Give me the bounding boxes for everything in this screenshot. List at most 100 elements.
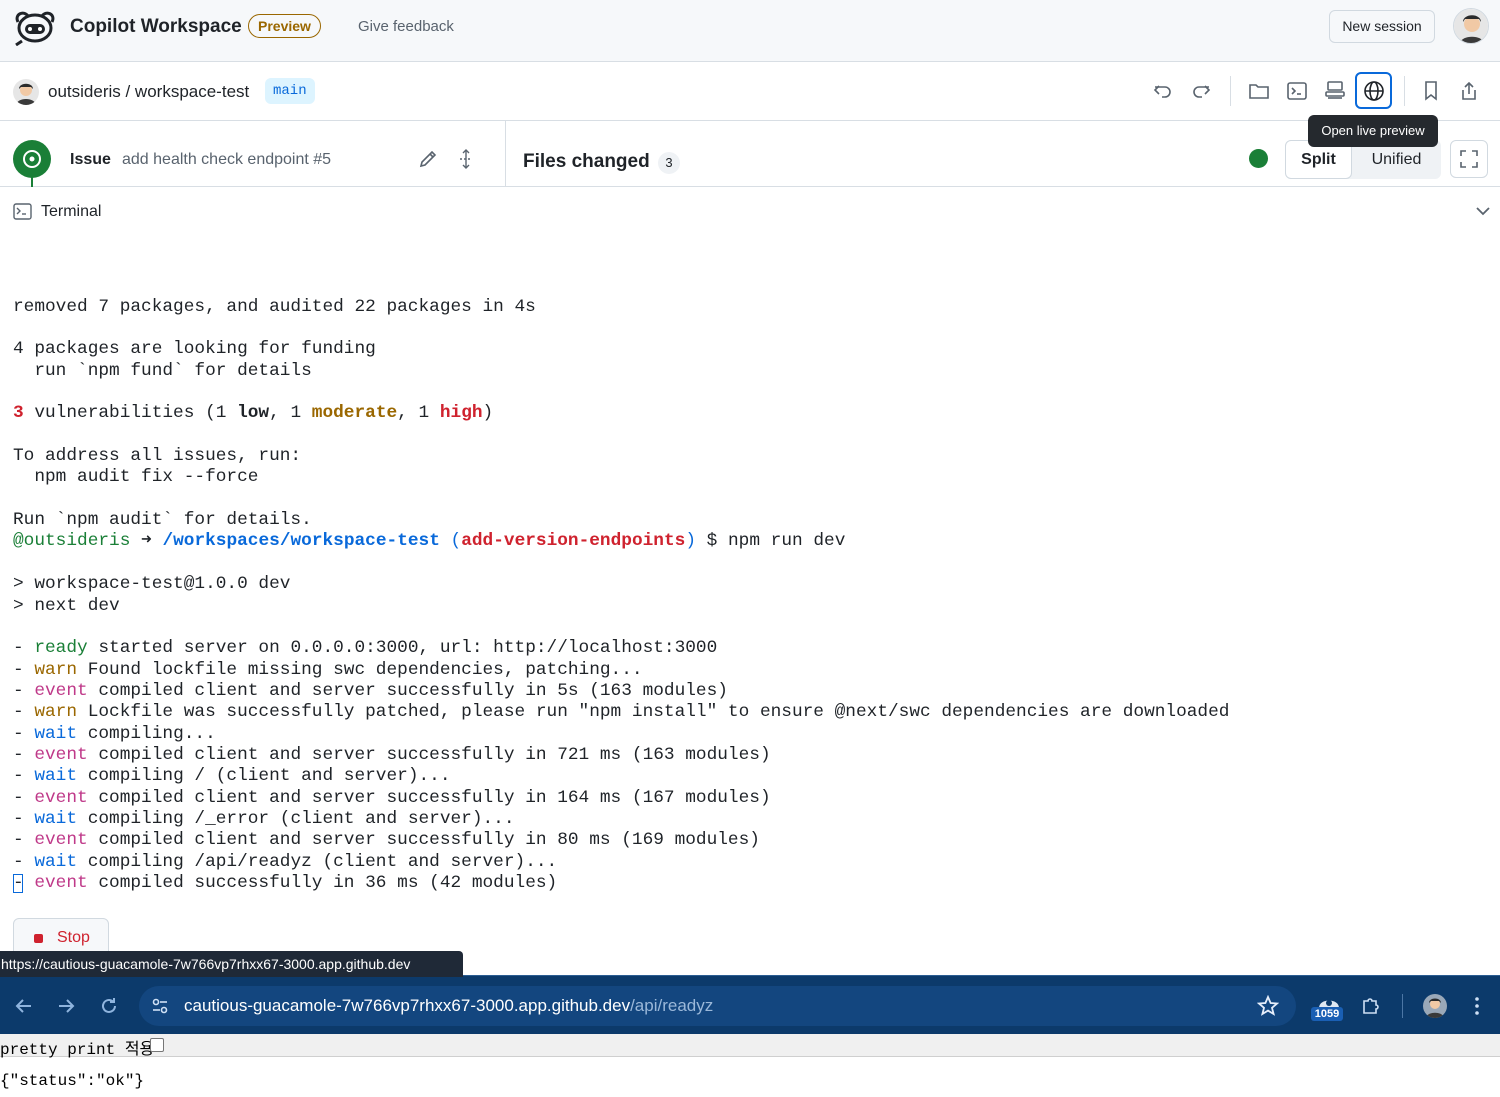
terminal-text: add-version-endpoints	[461, 531, 686, 552]
new-session-button[interactable]: New session	[1329, 10, 1435, 43]
terminal-text: ➜	[130, 531, 163, 552]
terminal-text: wait	[34, 808, 78, 829]
terminal-text: warn	[34, 659, 78, 680]
url-path: /api/readyz	[630, 996, 714, 1015]
terminal-line: - wait compiling...	[13, 724, 1483, 745]
terminal-text: -	[13, 680, 35, 701]
terminal-text: event	[34, 787, 88, 808]
browser-toolbar: cautious-guacamole-7w766vp7rhxx67-3000.a…	[0, 975, 1500, 1034]
terminal-text: vulnerabilities (1	[23, 403, 238, 424]
terminal-text: 3	[13, 403, 24, 424]
terminal-text: @outsideris	[13, 531, 131, 552]
terminal-text: event	[34, 680, 88, 701]
terminal-text: -	[13, 744, 35, 765]
move-arrows-icon[interactable]	[455, 148, 477, 170]
copilot-logo-icon[interactable]	[12, 8, 58, 46]
extensions-puzzle-icon[interactable]	[1360, 994, 1382, 1016]
repo-bar: outsideris / workspace-test main	[0, 62, 1500, 121]
terminal-text: event	[34, 830, 88, 851]
give-feedback-link[interactable]: Give feedback	[358, 18, 454, 35]
chevron-down-icon[interactable]	[1473, 201, 1493, 221]
terminal-text: )	[482, 403, 494, 424]
terminal-text: -	[13, 830, 35, 851]
status-url-tooltip: https://cautious-guacamole-7w766vp7rhxx6…	[0, 951, 463, 977]
terminal-text: npm audit fix --force	[13, 467, 259, 488]
terminal-line: npm audit fix --force	[13, 467, 1483, 488]
files-changed-label: Files changed	[523, 151, 650, 172]
terminal-line: - event compiled successfully in 36 ms (…	[13, 873, 1483, 894]
bookmark-icon[interactable]	[1418, 78, 1444, 104]
site-info-icon[interactable]	[151, 997, 169, 1015]
back-arrow-icon[interactable]	[14, 996, 34, 1016]
terminal-text: 4 packages are looking for funding	[13, 339, 376, 360]
branch-badge[interactable]: main	[265, 78, 315, 104]
stop-icon	[34, 934, 43, 943]
edit-pencil-icon[interactable]	[417, 148, 439, 170]
terminal-text: wait	[34, 766, 78, 787]
extension-badge: 1059	[1311, 1007, 1343, 1021]
browser-profile-avatar[interactable]	[1423, 994, 1447, 1018]
terminal-text: low	[237, 403, 270, 424]
terminal-text: -	[13, 766, 35, 787]
terminal-text: moderate	[311, 403, 398, 424]
terminal-text: > workspace-test@1.0.0 dev	[13, 574, 291, 595]
terminal-text: started server on 0.0.0.0:3000, url: htt…	[87, 638, 718, 659]
terminal-text: , 1	[269, 403, 312, 424]
terminal-text: > next dev	[13, 595, 120, 616]
terminal-text: wait	[34, 723, 78, 744]
terminal-header[interactable]: Terminal	[0, 187, 1500, 235]
user-avatar[interactable]	[1453, 8, 1489, 44]
terminal-text: , 1	[397, 403, 440, 424]
issue-open-icon	[13, 140, 51, 178]
preview-badge: Preview	[248, 14, 321, 38]
terminal-text: compiled client and server successfully …	[87, 830, 760, 851]
terminal-output[interactable]: removed 7 packages, and audited 22 packa…	[13, 254, 1483, 894]
server-icon[interactable]	[1322, 78, 1348, 104]
url-host: cautious-guacamole-7w766vp7rhxx67-3000.a…	[184, 996, 631, 1015]
terminal-line: run `npm fund` for details	[13, 361, 1483, 382]
repo-owner-avatar[interactable]	[13, 79, 39, 105]
terminal-text: compiling /api/readyz (client and server…	[77, 851, 558, 872]
fullscreen-icon[interactable]	[1450, 140, 1488, 178]
terminal-line: 4 packages are looking for funding	[13, 339, 1483, 360]
undo-icon[interactable]	[1150, 78, 1176, 104]
terminal-text: /workspaces/workspace-test	[162, 531, 440, 552]
terminal-text: run `npm fund` for details	[13, 360, 312, 381]
app-title[interactable]: Copilot Workspace	[70, 16, 242, 38]
forward-arrow-icon[interactable]	[56, 996, 76, 1016]
bookmark-star-icon[interactable]	[1257, 995, 1279, 1017]
terminal-line: Run `npm audit` for details.	[13, 510, 1483, 531]
files-changed-count: 3	[658, 152, 680, 174]
address-bar[interactable]: cautious-guacamole-7w766vp7rhxx67-3000.a…	[139, 986, 1296, 1026]
pretty-print-checkbox[interactable]	[150, 1038, 164, 1052]
terminal-line: - wait compiling /api/readyz (client and…	[13, 852, 1483, 873]
terminal-line: 3 vulnerabilities (1 low, 1 moderate, 1 …	[13, 403, 1483, 424]
reload-icon[interactable]	[99, 996, 119, 1016]
address-url[interactable]: cautious-guacamole-7w766vp7rhxx67-3000.a…	[184, 996, 713, 1016]
terminal-text: compiling...	[77, 723, 216, 744]
panel-divider[interactable]	[505, 121, 506, 187]
terminal-line: > workspace-test@1.0.0 dev	[13, 574, 1483, 595]
issue-title[interactable]: add health check endpoint #5	[122, 151, 331, 169]
terminal-text: -	[13, 638, 35, 659]
terminal-line: > next dev	[13, 596, 1483, 617]
terminal-icon[interactable]	[1284, 78, 1310, 104]
open-live-preview-button[interactable]	[1355, 72, 1392, 109]
globe-icon	[1363, 80, 1384, 101]
repo-path[interactable]: outsideris / workspace-test	[48, 82, 249, 102]
folder-icon[interactable]	[1246, 78, 1272, 104]
terminal-text: event	[34, 744, 88, 765]
terminal-line: - event compiled client and server succe…	[13, 681, 1483, 702]
terminal-text: removed 7 packages, and audited 22 packa…	[13, 296, 536, 317]
redo-icon[interactable]	[1188, 78, 1214, 104]
stop-label: Stop	[57, 929, 90, 946]
status-indicator	[1249, 149, 1268, 168]
terminal-panel-icon	[13, 203, 32, 220]
share-icon[interactable]	[1456, 78, 1482, 104]
kebab-menu-icon[interactable]	[1470, 995, 1484, 1017]
terminal-text: ready	[34, 638, 88, 659]
